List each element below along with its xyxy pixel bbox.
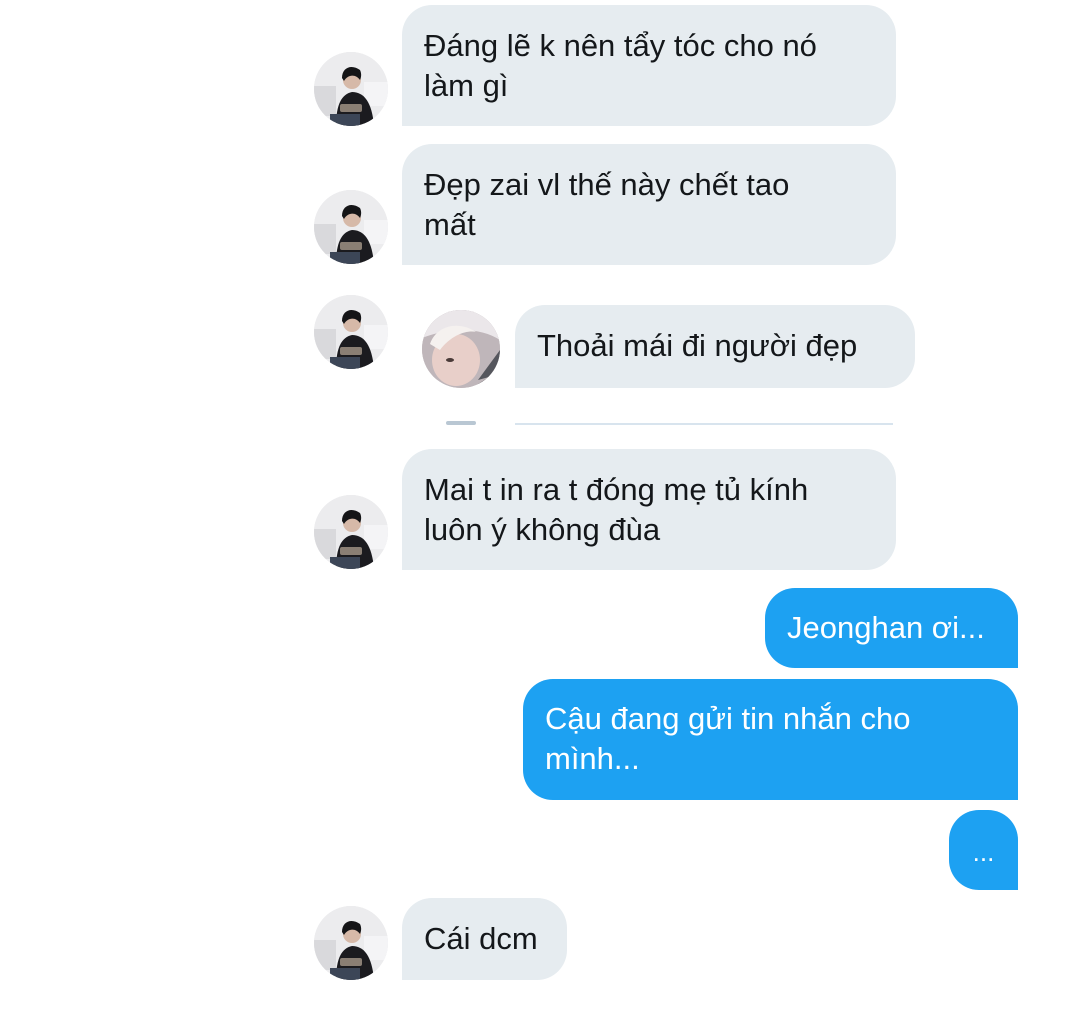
quote-divider-dot bbox=[446, 421, 476, 425]
sender-avatar[interactable] bbox=[314, 906, 388, 980]
outgoing-message-bubble[interactable]: ... bbox=[949, 810, 1018, 890]
sender-avatar[interactable] bbox=[314, 295, 388, 369]
incoming-message-bubble[interactable]: Thoải mái đi người đẹp bbox=[515, 305, 915, 388]
person-photo-avatar-icon bbox=[314, 52, 388, 126]
person-photo-avatar-icon bbox=[314, 495, 388, 569]
person-photo-avatar-icon bbox=[314, 190, 388, 264]
quoted-avatar[interactable] bbox=[422, 310, 500, 388]
incoming-message-bubble[interactable]: Cái dcm bbox=[402, 898, 567, 980]
sender-avatar[interactable] bbox=[314, 495, 388, 569]
sender-avatar[interactable] bbox=[314, 190, 388, 264]
quote-divider bbox=[515, 423, 893, 425]
sender-avatar[interactable] bbox=[314, 52, 388, 126]
outgoing-message-bubble[interactable]: Cậu đang gửi tin nhắn cho mình... bbox=[523, 679, 1018, 800]
person-photo-avatar-icon bbox=[314, 906, 388, 980]
incoming-message-bubble[interactable]: Đẹp zai vl thế này chết tao mất bbox=[402, 144, 896, 265]
outgoing-message-bubble[interactable]: Jeonghan ơi... bbox=[765, 588, 1018, 668]
incoming-message-bubble[interactable]: Đáng lẽ k nên tẩy tóc cho nó làm gì bbox=[402, 5, 896, 126]
incoming-message-bubble[interactable]: Mai t in ra t đóng mẹ tủ kính luôn ý khô… bbox=[402, 449, 896, 570]
person-photo-avatar-icon bbox=[314, 295, 388, 369]
person-photo-avatar-icon bbox=[422, 310, 500, 388]
